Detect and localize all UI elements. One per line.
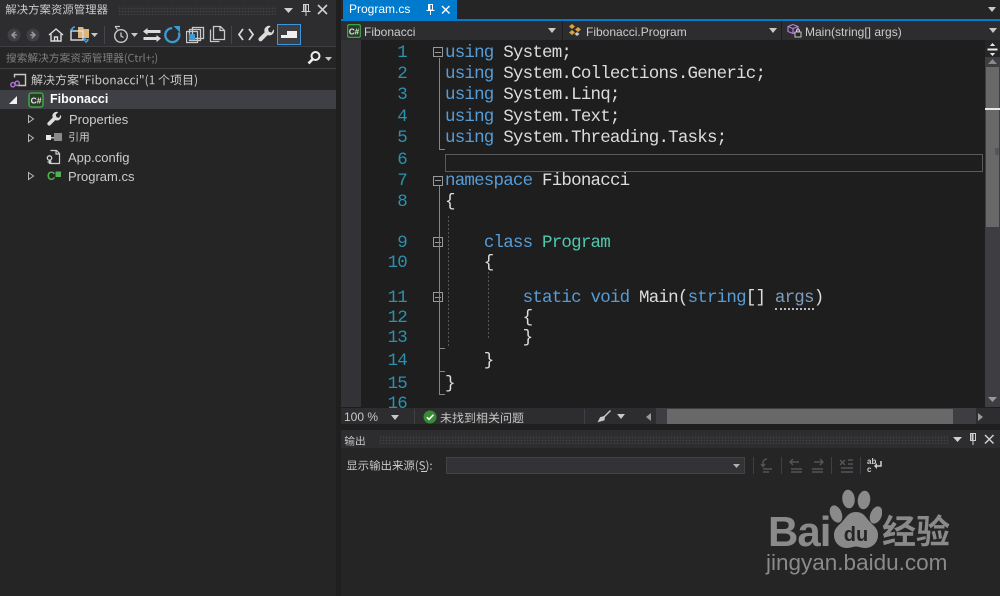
svg-text:du: du — [844, 524, 868, 546]
svg-text:c: c — [867, 465, 872, 473]
svg-text:C#: C# — [349, 28, 360, 37]
svg-text:C: C — [47, 171, 55, 182]
svg-text:C#: C# — [31, 96, 42, 106]
